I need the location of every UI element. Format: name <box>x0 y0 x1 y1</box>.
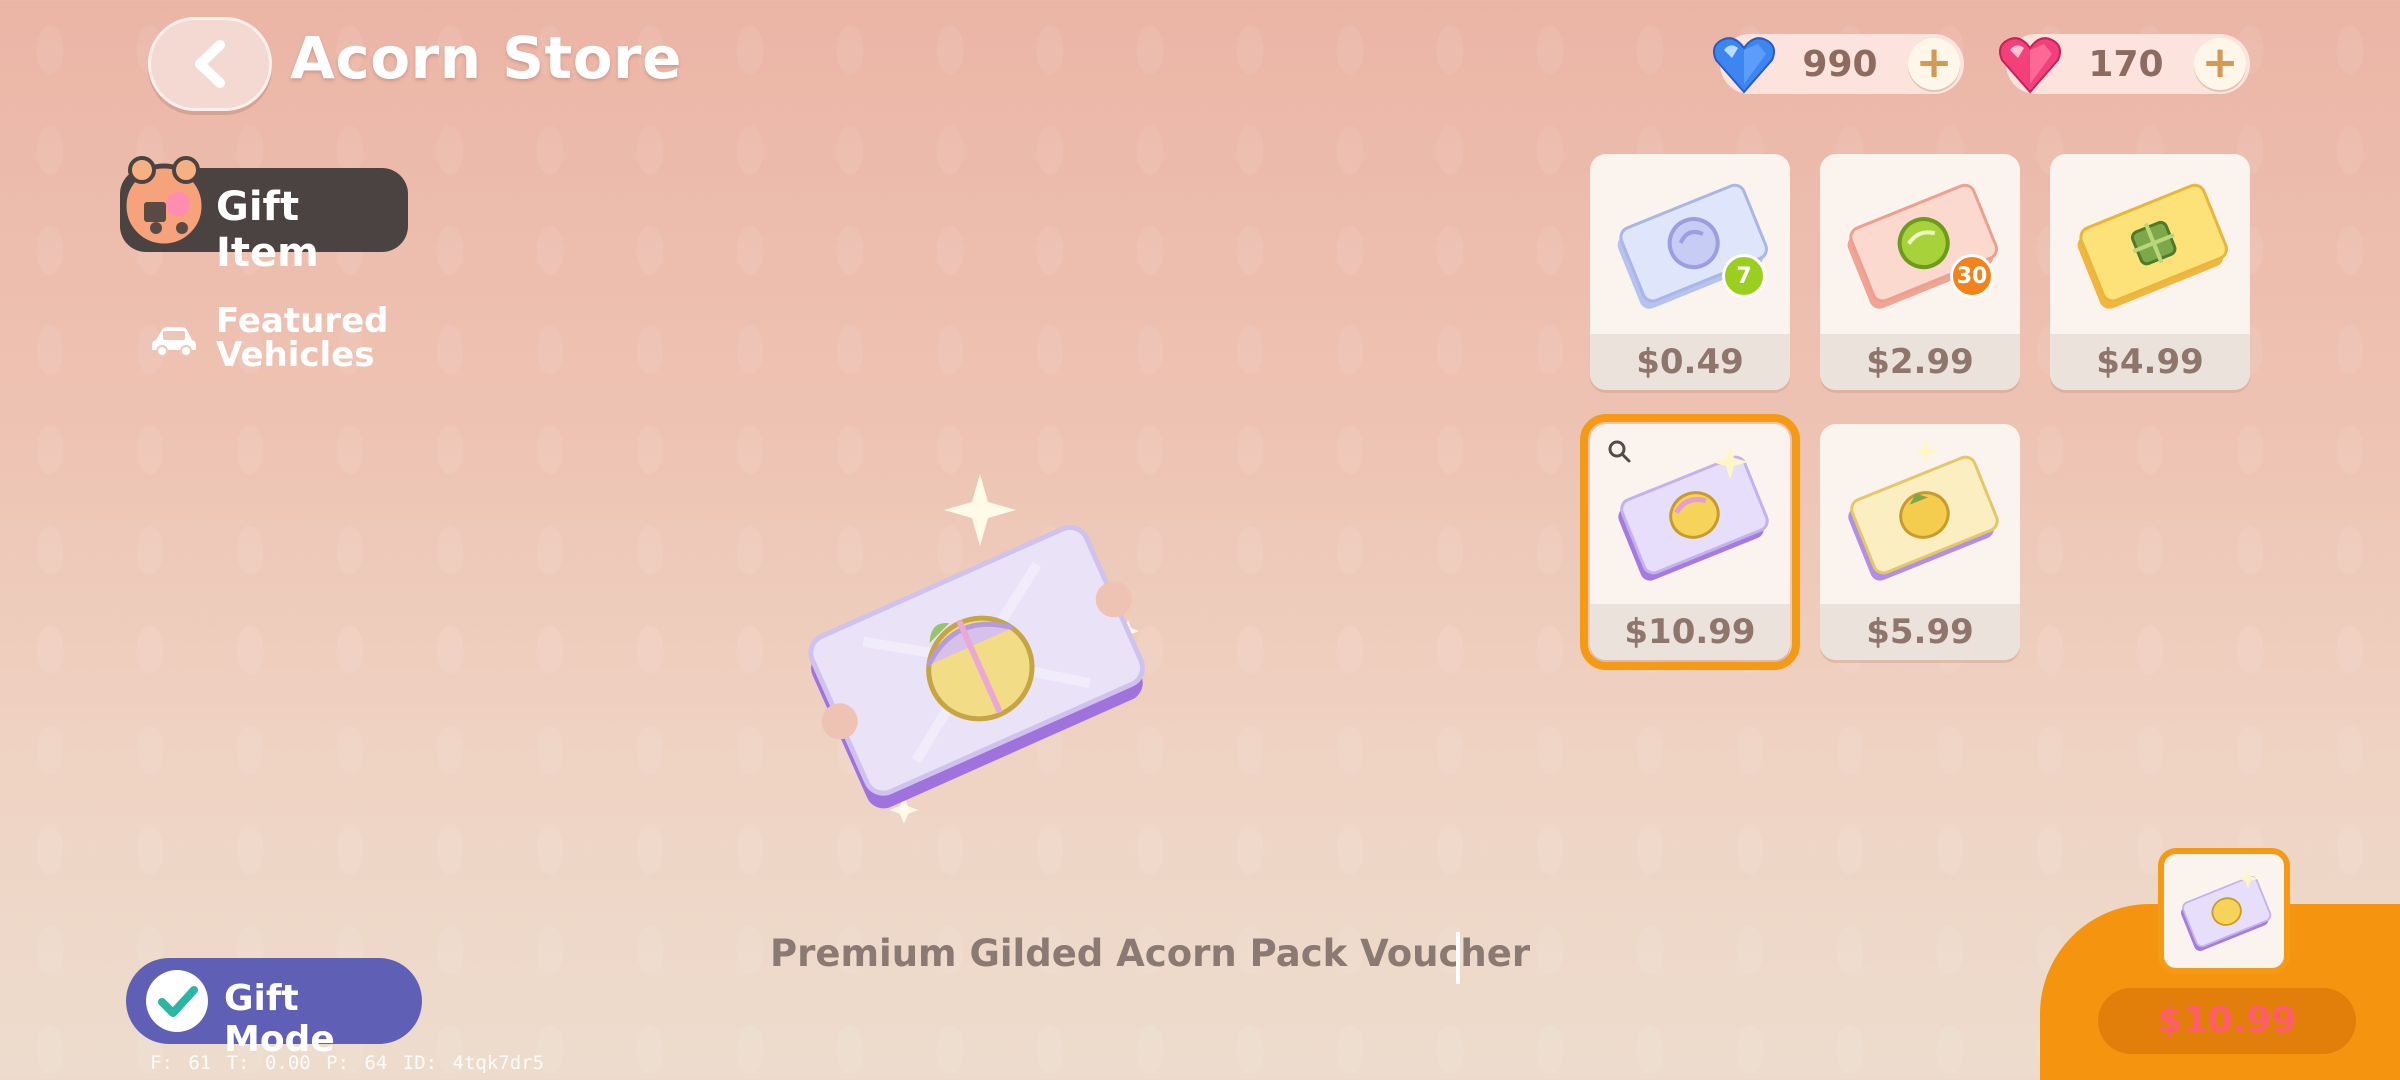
background-pattern <box>0 0 2400 1080</box>
holo-voucher-icon <box>2181 867 2272 951</box>
add-blue-gems-button[interactable]: + <box>1908 38 1960 90</box>
sidebar-item-label: Featured Vehicles <box>216 301 389 375</box>
product-card[interactable]: $5.99 <box>1820 424 2020 660</box>
product-price: $10.99 <box>1590 604 1790 660</box>
gift-mode-toggle[interactable]: Gift Mode <box>126 958 422 1060</box>
pink-gem-count: 170 <box>2088 44 2164 85</box>
checkmark-icon <box>158 986 198 1017</box>
add-pink-gems-button[interactable]: + <box>2194 38 2246 90</box>
sidebar-item-gift-item[interactable]: Gift Item <box>120 156 408 276</box>
product-price: $2.99 <box>1820 334 2020 390</box>
gift-item-icon <box>121 156 207 249</box>
voucher-preview-image <box>808 474 1146 824</box>
debug-overlay-text: F: 61 T: 0.00 P: 64 ID: 4tqk7dr5 <box>150 1052 545 1074</box>
pink-heart-gem-icon <box>1999 37 2061 94</box>
quantity-badge: 7 <box>1722 254 1766 298</box>
chevron-left-icon <box>195 40 225 88</box>
gift-mode-checkbox[interactable] <box>146 970 208 1032</box>
purchase-item-thumbnail <box>2158 848 2290 974</box>
quantity-badge: 30 <box>1950 254 1994 298</box>
product-price: $5.99 <box>1820 604 2020 660</box>
back-button[interactable] <box>148 17 272 111</box>
product-card[interactable]: $4.99 <box>2050 154 2250 390</box>
currency-pink-gems: 170 + <box>1999 34 2250 94</box>
sidebar-item-label: Gift Item <box>216 184 319 276</box>
sidebar-item-featured-vehicles[interactable]: Featured Vehicles <box>150 304 410 380</box>
magnify-icon[interactable] <box>1606 438 1632 464</box>
purchase-button[interactable]: $10.99 <box>2098 988 2356 1054</box>
car-icon <box>152 327 196 357</box>
blue-heart-gem-icon <box>1713 37 1775 94</box>
product-card[interactable]: 30 $2.99 <box>1820 154 2020 390</box>
blue-voucher-icon <box>1617 183 1768 309</box>
currency-blue-gems: 990 + <box>1713 34 1964 94</box>
blue-gem-count: 990 <box>1802 44 1878 85</box>
product-card[interactable]: 7 $0.49 <box>1590 154 1790 390</box>
peach-voucher-icon <box>1847 183 1998 309</box>
product-price: $0.49 <box>1590 334 1790 390</box>
gold-voucher-icon <box>2077 183 2228 309</box>
product-card-selected[interactable]: $10.99 <box>1580 414 1800 670</box>
page-title: Acorn Store <box>290 24 682 92</box>
text-caret <box>1456 932 1460 984</box>
holo-gold-voucher-icon <box>1848 438 1999 581</box>
gift-mode-label: Gift Mode <box>224 978 335 1060</box>
selected-item-name: Premium Gilded Acorn Pack Voucher <box>770 932 1531 975</box>
product-price: $4.99 <box>2050 334 2250 390</box>
